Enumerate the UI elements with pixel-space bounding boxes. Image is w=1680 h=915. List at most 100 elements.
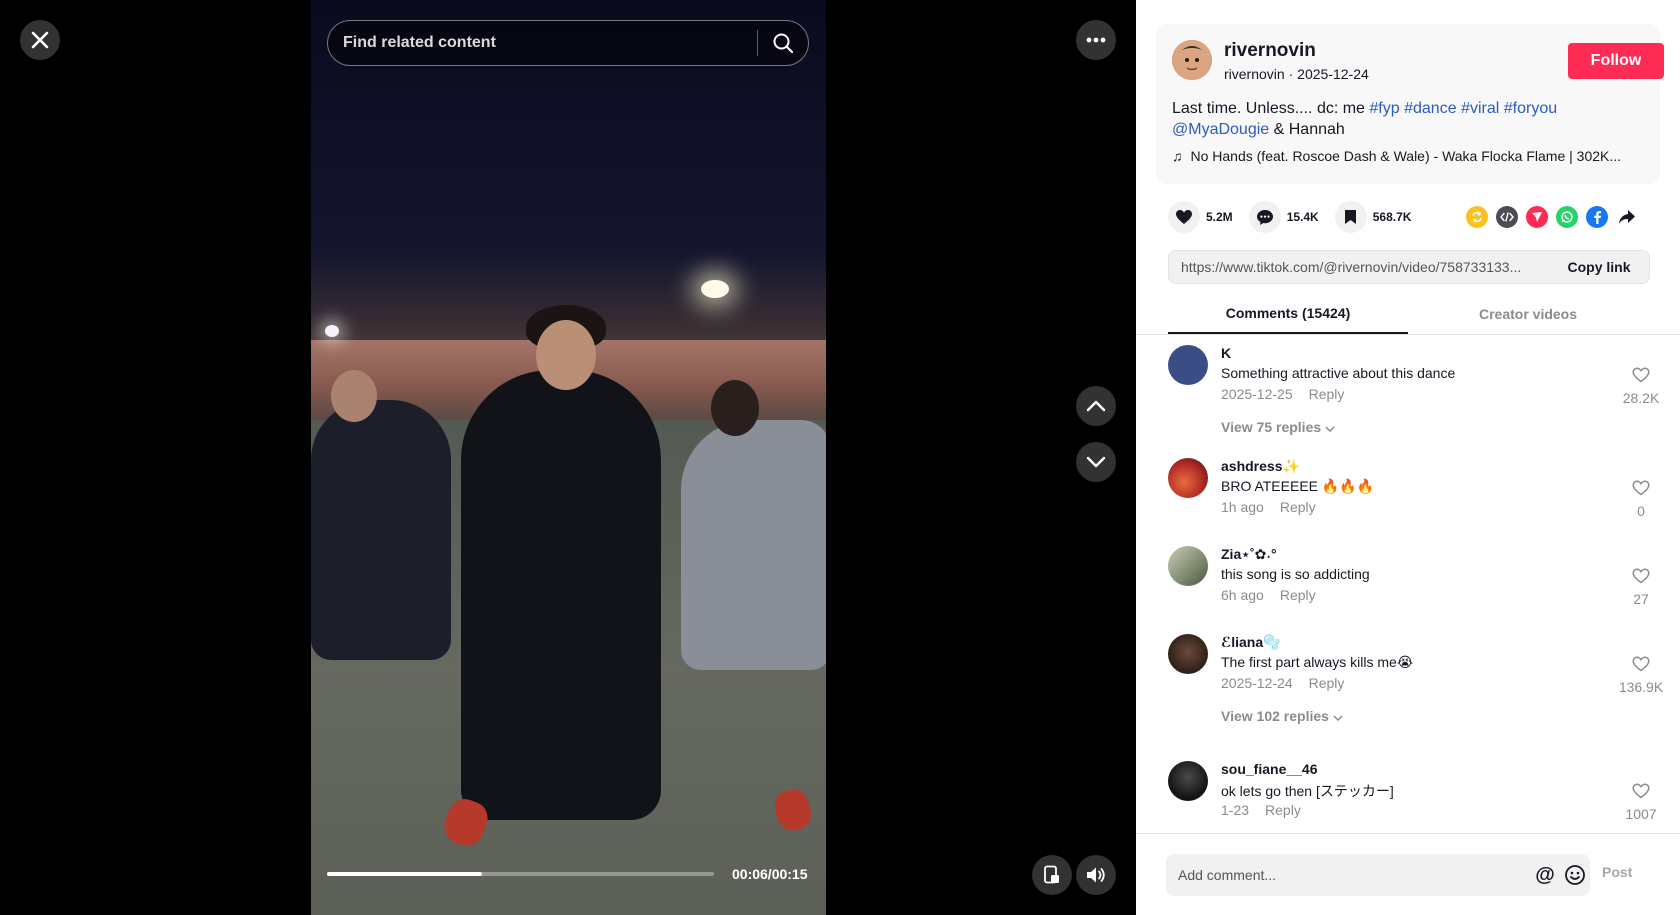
post-description: Last time. Unless.... dc: me #fyp #dance… <box>1172 98 1652 140</box>
view-replies-button[interactable]: View 75 replies <box>1221 419 1335 435</box>
music-link[interactable]: ♫ No Hands (feat. Roscoe Dash & Wale) - W… <box>1172 148 1652 164</box>
view-replies-button[interactable]: View 102 replies <box>1221 708 1343 724</box>
comment-username[interactable]: sou_fiane__46 <box>1221 761 1318 777</box>
next-video-button[interactable] <box>1076 442 1116 482</box>
chevron-up-icon <box>1086 400 1106 412</box>
video-time: 00:06/00:15 <box>732 866 808 882</box>
avatar-face-icon <box>1172 40 1212 80</box>
close-button[interactable] <box>20 20 60 60</box>
comment-username[interactable]: K <box>1221 345 1231 361</box>
mention-link[interactable]: @MyaDougie <box>1172 121 1269 138</box>
comment-like-count: 0 <box>1637 503 1645 519</box>
comment-like-count: 1007 <box>1625 806 1657 822</box>
search-button[interactable] <box>758 21 808 65</box>
heart-icon <box>1176 210 1192 224</box>
search-input[interactable] <box>328 34 757 52</box>
save-count: 568.7K <box>1372 210 1412 224</box>
comment-time: 2025-12-25 <box>1221 386 1293 402</box>
like-button[interactable]: 5.2M <box>1168 201 1233 233</box>
subline-separator: · <box>1288 66 1298 82</box>
heart-outline-icon <box>1632 656 1650 672</box>
creator-username[interactable]: rivernovin <box>1224 40 1316 62</box>
comment-username[interactable]: ℰliana🫧 <box>1221 634 1281 651</box>
facebook-icon <box>1594 211 1601 224</box>
creator-handle[interactable]: rivernovin <box>1224 66 1285 82</box>
comment-time: 6h ago <box>1221 587 1264 603</box>
comment-avatar[interactable] <box>1168 458 1208 498</box>
reply-button[interactable]: Reply <box>1280 499 1316 515</box>
more-options-button[interactable] <box>1076 20 1116 60</box>
comment-like-button[interactable]: 0 <box>1616 480 1666 519</box>
embed-button[interactable] <box>1496 206 1518 228</box>
save-button[interactable]: 568.7K <box>1334 201 1412 233</box>
video-frame-dancer-head <box>711 380 759 436</box>
comment-like-button[interactable]: 28.2K <box>1616 367 1666 406</box>
whatsapp-button[interactable] <box>1556 206 1578 228</box>
engagement-bar: 5.2M 15.4K 568.7K <box>1168 200 1427 234</box>
repost-button[interactable] <box>1466 206 1488 228</box>
description-tail: & Hannah <box>1273 121 1345 138</box>
comment-like-button[interactable]: 27 <box>1616 568 1666 607</box>
floating-player-icon <box>1044 865 1059 884</box>
post-comment-button[interactable]: Post <box>1602 864 1632 880</box>
comment-like-button[interactable]: 136.9K <box>1616 656 1666 695</box>
follow-button[interactable]: Follow <box>1568 43 1664 79</box>
details-panel: rivernovin rivernovin · 2025-12-24 Follo… <box>1136 0 1680 915</box>
comment-avatar[interactable] <box>1168 345 1208 385</box>
comment-avatar[interactable] <box>1168 761 1208 801</box>
copy-link-button[interactable]: Copy link <box>1549 251 1649 283</box>
post-info-card: rivernovin rivernovin · 2025-12-24 Follo… <box>1156 24 1664 184</box>
search-bar <box>327 20 809 66</box>
tab-creator-videos[interactable]: Creator videos <box>1408 294 1648 334</box>
video-player[interactable] <box>311 0 826 915</box>
emoji-icon <box>1565 865 1585 885</box>
reply-button[interactable]: Reply <box>1309 386 1345 402</box>
comment-username[interactable]: ashdress✨ <box>1221 458 1300 475</box>
comment-avatar[interactable] <box>1168 634 1208 674</box>
comment-meta: 2025-12-24 Reply <box>1221 675 1344 691</box>
hashtag-link[interactable]: #foryou <box>1504 100 1557 117</box>
comment-like-button[interactable]: 1007 <box>1616 783 1666 822</box>
comment-avatar[interactable] <box>1168 546 1208 586</box>
comment-like-count: 28.2K <box>1622 390 1660 406</box>
like-count: 5.2M <box>1206 210 1233 224</box>
send-button[interactable] <box>1526 206 1548 228</box>
repost-icon <box>1472 211 1482 223</box>
comment-text: BRO ATEEEEE 🔥🔥🔥 <box>1221 478 1375 494</box>
reply-button[interactable]: Reply <box>1280 587 1316 603</box>
creator-avatar[interactable] <box>1172 40 1212 80</box>
video-link-text[interactable]: https://www.tiktok.com/@rivernovin/video… <box>1169 259 1549 275</box>
video-frame-light <box>701 280 729 298</box>
chevron-down-icon <box>1086 456 1106 468</box>
hashtag-link[interactable]: #viral <box>1461 100 1499 117</box>
send-icon <box>1532 212 1542 222</box>
more-share-button[interactable] <box>1616 206 1638 228</box>
video-progress-fill <box>327 872 482 876</box>
post-date: 2025-12-24 <box>1297 66 1369 82</box>
comment-button[interactable]: 15.4K <box>1248 201 1319 233</box>
add-comment-input[interactable] <box>1166 867 1530 883</box>
emoji-button[interactable] <box>1560 860 1590 890</box>
previous-video-button[interactable] <box>1076 386 1116 426</box>
reply-button[interactable]: Reply <box>1309 675 1345 691</box>
whatsapp-icon <box>1561 211 1573 223</box>
close-icon <box>31 31 49 49</box>
add-comment-box: @ <box>1166 854 1590 896</box>
video-progress-bar[interactable] <box>327 872 714 876</box>
volume-button[interactable] <box>1076 855 1116 895</box>
video-area: 00:06/00:15 <box>0 0 1136 915</box>
chevron-down-icon <box>1325 426 1335 433</box>
video-frame-dancer <box>461 370 661 820</box>
hashtag-link[interactable]: #dance <box>1404 100 1457 117</box>
floating-player-button[interactable] <box>1032 855 1072 895</box>
reply-button[interactable]: Reply <box>1265 802 1301 818</box>
comment-list[interactable]: K Something attractive about this dance … <box>1136 345 1680 833</box>
panel-tabs: Comments (15424) Creator videos <box>1136 294 1680 336</box>
comment-time: 2025-12-24 <box>1221 675 1293 691</box>
video-frame-dancer-head <box>536 320 596 390</box>
hashtag-link[interactable]: #fyp <box>1369 100 1399 117</box>
mention-button[interactable]: @ <box>1530 860 1560 890</box>
comment-username[interactable]: Zia⋆˚✿˖° <box>1221 546 1277 563</box>
tab-comments[interactable]: Comments (15424) <box>1168 294 1408 334</box>
facebook-button[interactable] <box>1586 206 1608 228</box>
